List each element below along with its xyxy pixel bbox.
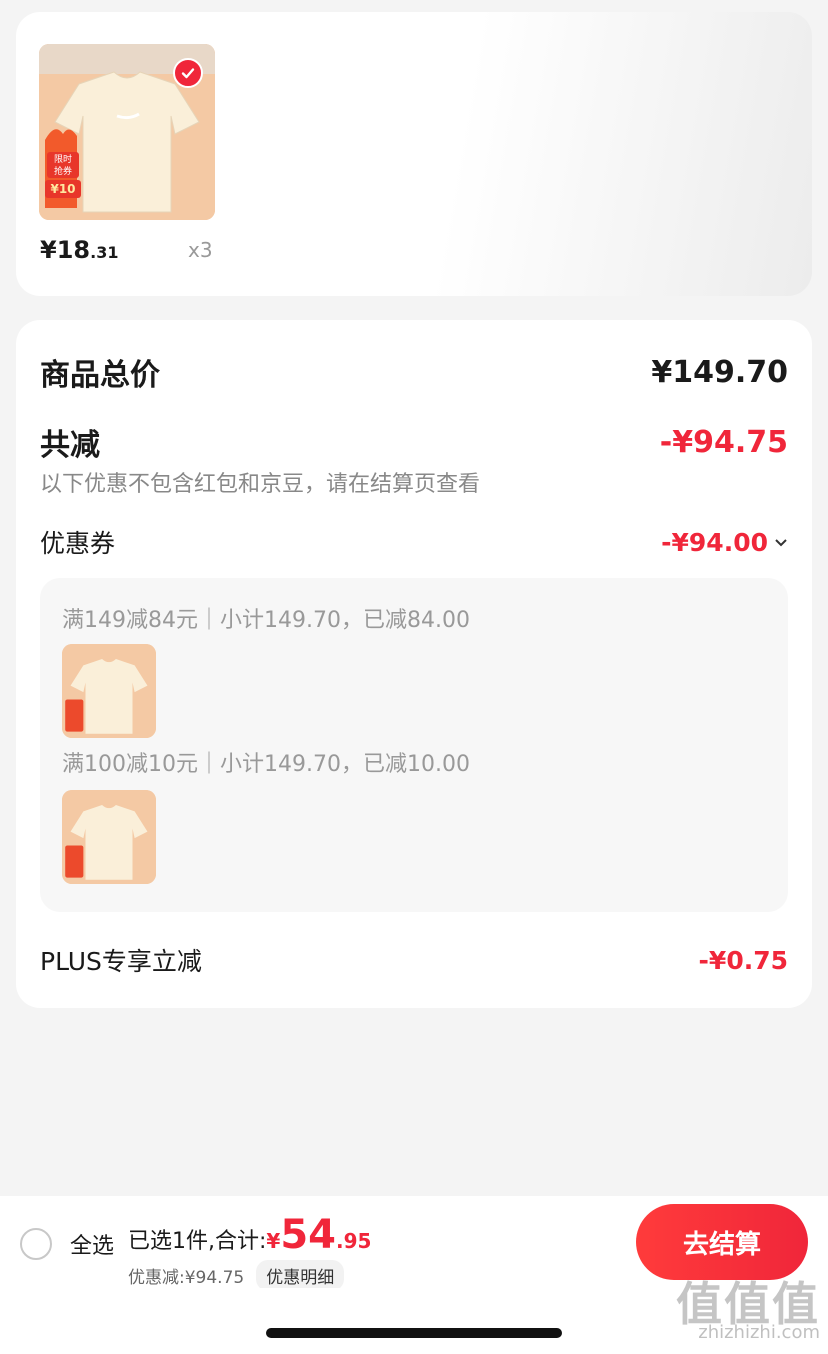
reduce-label: 共减 xyxy=(40,428,100,463)
total-label: 商品总价 xyxy=(40,358,160,393)
watermark-url: zhizhizhi.com xyxy=(698,1322,820,1343)
coupon-label: 优惠券 xyxy=(40,529,116,558)
product-price-dec: .31 xyxy=(90,243,119,262)
total-dec: .95 xyxy=(336,1229,372,1253)
total-int: 54 xyxy=(280,1212,336,1258)
product-card: 限时 抢券 ¥10 ¥18.31 x3 xyxy=(16,12,812,296)
coupon-line-1: 满149减84元｜小计149.70，已减84.00 xyxy=(62,608,470,633)
coupon-detail-box: 满149减84元｜小计149.70，已减84.00 满100减10元｜小计149… xyxy=(40,578,788,912)
coupon-value: -¥94.00 xyxy=(661,527,768,557)
plus-row: PLUS专享立减 -¥0.75 xyxy=(40,942,788,978)
home-indicator[interactable] xyxy=(266,1328,562,1338)
total-value: ¥149.70 xyxy=(651,354,788,390)
price-summary-card: 商品总价 ¥149.70 共减 -¥94.75 以下优惠不包含红包和京豆，请在结… xyxy=(16,320,812,1008)
badge-line-1: 限时 xyxy=(54,153,72,165)
product-price-int: ¥18 xyxy=(40,236,91,264)
discount-detail-button[interactable]: 优惠明细 xyxy=(256,1260,345,1291)
discount-text: 优惠减:¥94.75 xyxy=(128,1268,245,1288)
select-all-radio[interactable] xyxy=(20,1228,52,1260)
coupon-product-image-2[interactable] xyxy=(62,790,156,884)
total-row: 商品总价 ¥149.70 xyxy=(40,350,788,394)
plus-value: -¥0.75 xyxy=(698,945,788,975)
coupon-product-image-1[interactable] xyxy=(62,644,156,738)
reduce-value: -¥94.75 xyxy=(659,424,788,460)
plus-label: PLUS专享立减 xyxy=(40,947,202,976)
coupon-line-2: 满100减10元｜小计149.70，已减10.00 xyxy=(62,752,470,777)
coupon-row[interactable]: 优惠券 -¥94.00 xyxy=(40,524,788,560)
discount-summary: 优惠减:¥94.75 优惠明细 xyxy=(128,1260,345,1291)
selected-check-icon[interactable] xyxy=(173,58,203,88)
product-quantity: x3 xyxy=(188,238,213,262)
badge-price: ¥10 xyxy=(50,182,75,196)
selected-summary: 已选1件,合计: ¥ 54 .95 xyxy=(128,1212,372,1258)
product-image[interactable]: 限时 抢券 ¥10 xyxy=(39,44,215,220)
badge-line-2: 抢券 xyxy=(54,165,72,177)
chevron-down-icon[interactable] xyxy=(774,533,788,552)
selected-text: 已选1件,合计: xyxy=(128,1229,267,1254)
total-currency: ¥ xyxy=(266,1229,281,1253)
product-price: ¥18.31 xyxy=(40,236,118,264)
reduce-row[interactable]: 共减 -¥94.75 xyxy=(40,420,788,464)
select-all-label[interactable]: 全选 xyxy=(70,1228,114,1260)
discount-note: 以下优惠不包含红包和京豆，请在结算页查看 xyxy=(40,472,481,497)
